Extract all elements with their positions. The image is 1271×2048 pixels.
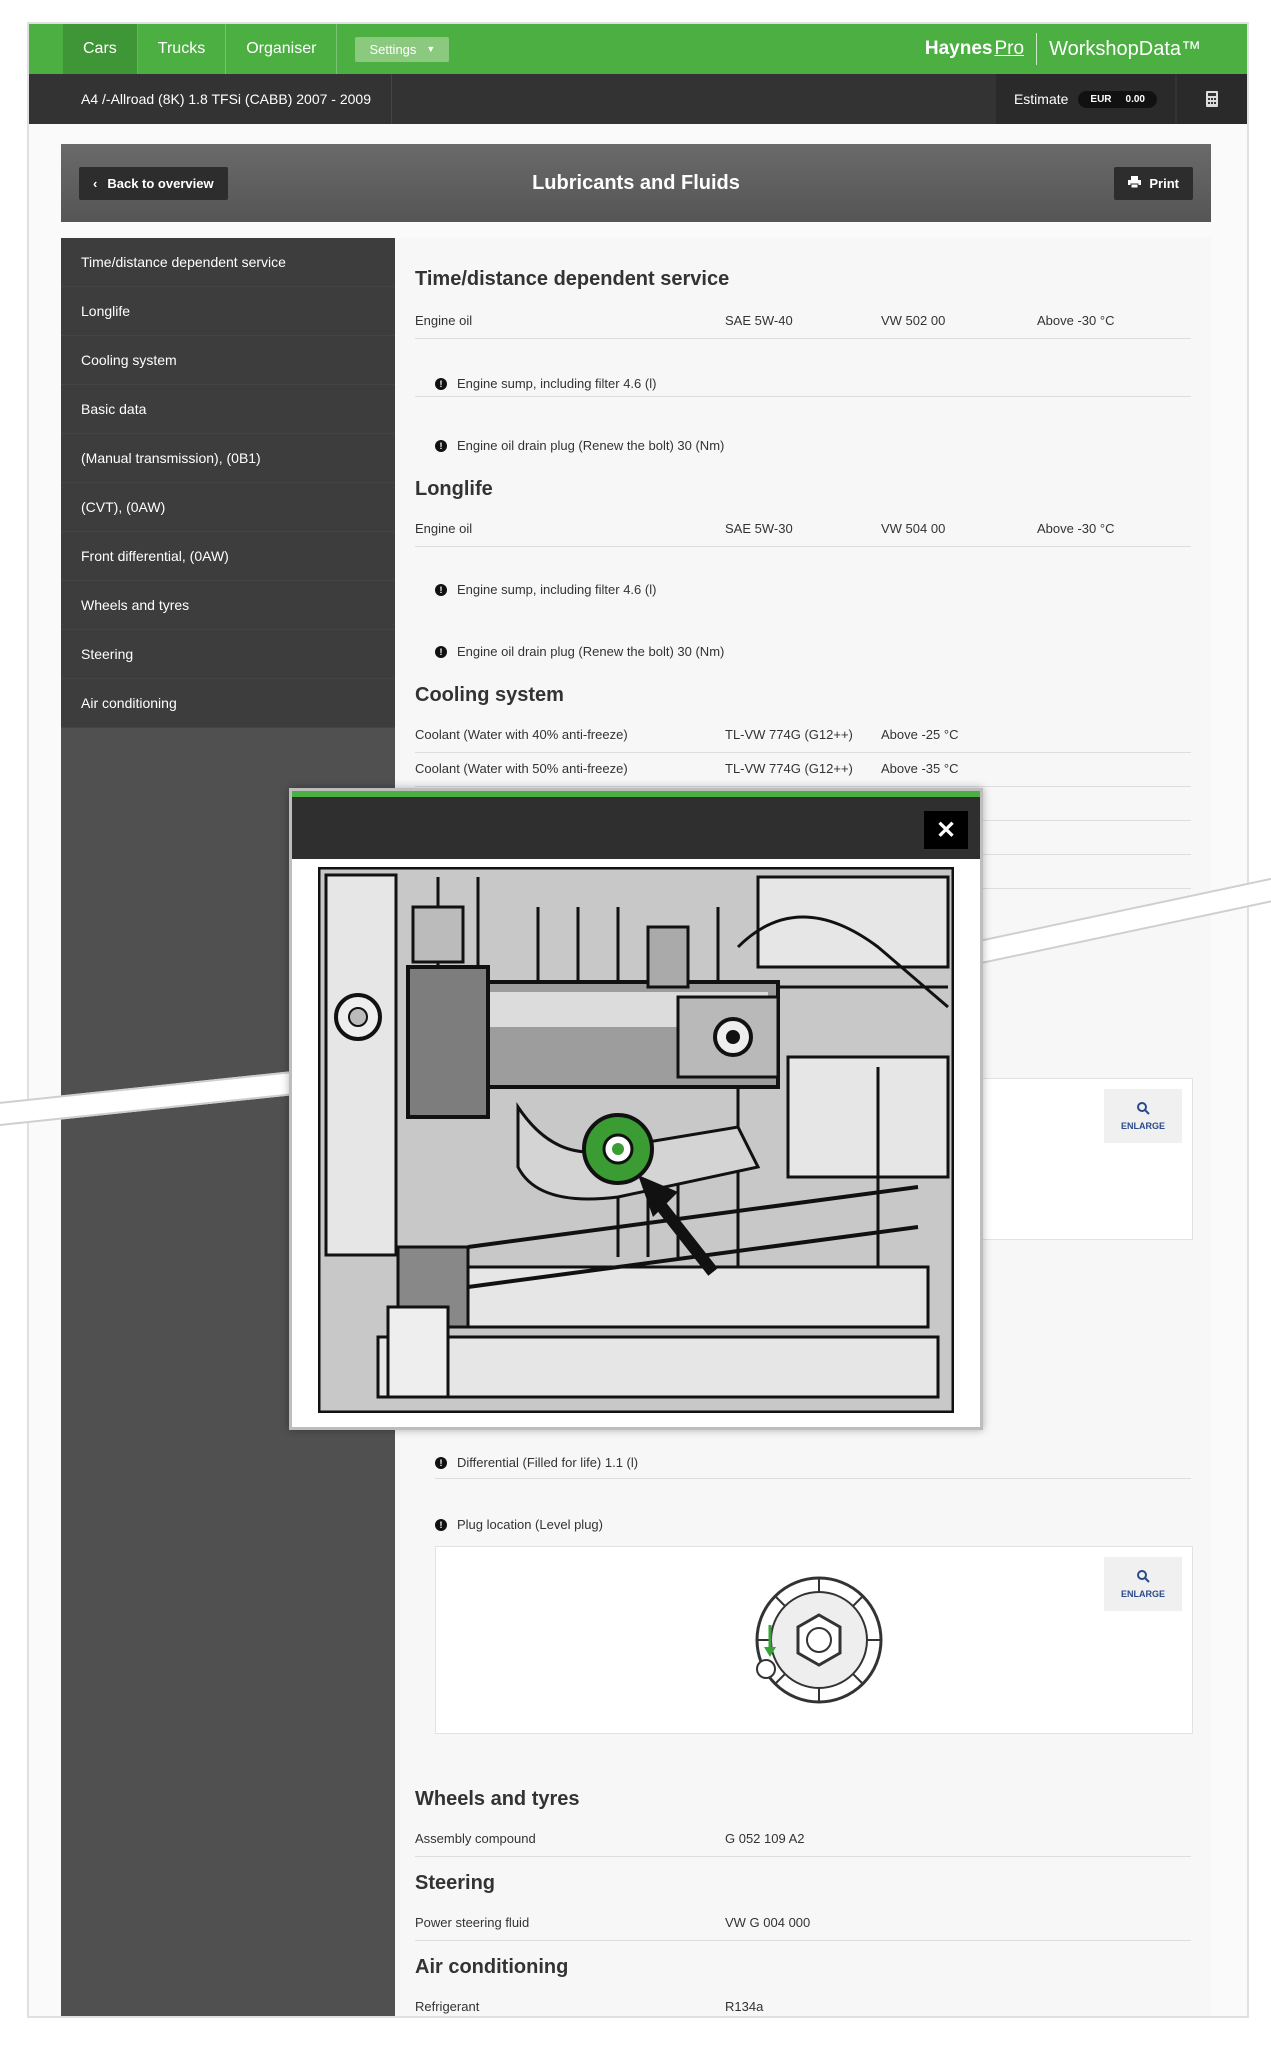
magnifier-icon xyxy=(1136,1569,1150,1585)
caret-down-icon: ▼ xyxy=(426,44,436,54)
fluid-spec: G 052 109 A2 xyxy=(725,1831,805,1846)
table-row: Coolant (Water with 40% anti-freeze) TL-… xyxy=(415,718,1191,753)
info-note: ! Plug location (Level plug) xyxy=(435,1517,603,1532)
page-title: Lubricants and Fluids xyxy=(532,171,740,194)
print-label: Print xyxy=(1149,175,1179,191)
info-icon: ! xyxy=(435,645,447,658)
engine-drain-plug-diagram xyxy=(318,867,954,1413)
fluid-name: Engine oil xyxy=(415,521,473,536)
table-row: Refrigerant R134a xyxy=(415,1990,1191,2016)
brand-logo: Haynes Pro WorkshopData™ xyxy=(925,33,1201,65)
fluid-name: Coolant (Water with 40% anti-freeze) xyxy=(415,727,628,742)
info-icon: ! xyxy=(435,439,447,452)
estimate-widget[interactable]: Estimate EUR 0.00 xyxy=(995,74,1175,124)
brand-workshopdata: WorkshopData™ xyxy=(1049,37,1201,60)
tab-cars[interactable]: Cars xyxy=(63,24,138,74)
fluid-temp: Above -25 °C xyxy=(881,727,959,742)
vehicle-bar: A4 /-Allroad (8K) 1.8 TFSi (CABB) 2007 -… xyxy=(29,74,1247,124)
sidebar-item-front-differential[interactable]: Front differential, (0AW) xyxy=(61,532,395,581)
enlarge-button[interactable]: ENLARGE xyxy=(1104,1557,1182,1611)
fluid-name: Engine oil xyxy=(415,313,473,328)
calculator-icon[interactable] xyxy=(1177,74,1247,124)
table-row: Engine oil SAE 5W-30 VW 504 00 Above -30… xyxy=(415,512,1191,547)
main-tabs: Cars Trucks Organiser xyxy=(63,24,338,74)
section-title-cooling: Cooling system xyxy=(415,684,564,706)
magnifier-icon xyxy=(1136,1101,1150,1117)
info-icon: ! xyxy=(435,583,447,596)
fluid-name: Refrigerant xyxy=(415,1999,480,2014)
enlarge-label: ENLARGE xyxy=(1120,1589,1165,1599)
fluid-name: Power steering fluid xyxy=(415,1915,530,1930)
fluid-name: Assembly compound xyxy=(415,1831,536,1846)
back-label: Back to overview xyxy=(107,175,214,191)
image-modal: ✕ xyxy=(289,788,983,1430)
note-text: Plug location (Level plug) xyxy=(457,1517,603,1532)
top-nav-bar: Cars Trucks Organiser Settings ▼ Haynes … xyxy=(29,24,1247,74)
enlarge-button[interactable]: ENLARGE xyxy=(1104,1089,1182,1143)
sidebar-item-basic-data[interactable]: Basic data xyxy=(61,385,395,434)
note-text: Engine sump, including filter 4.6 (l) xyxy=(457,582,657,597)
sidebar-item-longlife[interactable]: Longlife xyxy=(61,287,395,336)
sidebar-item-manual-transmission[interactable]: (Manual transmission), (0B1) xyxy=(61,434,395,483)
diagram-panel: ENLARGE xyxy=(435,1546,1193,1734)
settings-dropdown[interactable]: Settings ▼ xyxy=(355,36,450,62)
section-title-steering: Steering xyxy=(415,1872,496,1894)
fluid-spec: SAE 5W-40 xyxy=(725,313,793,328)
brand-divider xyxy=(1036,33,1038,65)
table-row: Coolant (Water with 50% anti-freeze) TL-… xyxy=(415,752,1191,787)
table-row: Power steering fluid VW G 004 000 xyxy=(415,1906,1191,1941)
enlarge-label: ENLARGE xyxy=(1120,1121,1165,1131)
row-divider xyxy=(415,362,1191,397)
fluid-spec: SAE 5W-30 xyxy=(725,521,793,536)
print-button[interactable]: Print xyxy=(1114,166,1193,200)
fluid-standard: VW 504 00 xyxy=(881,521,946,536)
table-row: Assembly compound G 052 109 A2 xyxy=(415,1822,1191,1857)
back-to-overview-button[interactable]: ‹ Back to overview xyxy=(79,166,228,200)
tab-trucks[interactable]: Trucks xyxy=(138,24,227,74)
chevron-left-icon: ‹ xyxy=(93,175,98,191)
close-button[interactable]: ✕ xyxy=(924,811,968,849)
estimate-amount: EUR 0.00 xyxy=(1078,90,1157,108)
section-title-tds: Time/distance dependent service xyxy=(415,268,730,290)
sidebar-item-cooling[interactable]: Cooling system xyxy=(61,336,395,385)
brand-pro: Pro xyxy=(994,38,1025,59)
modal-header: ✕ xyxy=(292,797,980,859)
vehicle-title[interactable]: A4 /-Allroad (8K) 1.8 TFSi (CABB) 2007 -… xyxy=(81,74,392,124)
estimate-value: 0.00 xyxy=(1125,93,1145,105)
settings-label: Settings xyxy=(369,41,417,57)
info-icon: ! xyxy=(435,1518,447,1531)
estimate-label: Estimate xyxy=(1013,91,1069,107)
info-note: ! Engine sump, including filter 4.6 (l) xyxy=(435,582,656,597)
section-title-wheels: Wheels and tyres xyxy=(415,1788,580,1810)
note-text: Engine oil drain plug (Renew the bolt) 3… xyxy=(457,644,725,659)
differential-diagram[interactable] xyxy=(744,1573,894,1707)
brand-haynes: Haynes xyxy=(924,38,993,59)
fluid-temp: Above -35 °C xyxy=(881,761,959,776)
section-title-longlife: Longlife xyxy=(415,478,493,500)
sidebar-item-steering[interactable]: Steering xyxy=(61,630,395,679)
estimate-currency: EUR xyxy=(1090,93,1112,105)
fluid-temp: Above -30 °C xyxy=(1037,521,1115,536)
fluid-standard: VW 502 00 xyxy=(881,313,946,328)
sidebar-item-air-conditioning[interactable]: Air conditioning xyxy=(61,679,395,728)
info-note: ! Engine oil drain plug (Renew the bolt)… xyxy=(435,438,724,453)
tab-organiser[interactable]: Organiser xyxy=(226,24,338,74)
content-header: ‹ Back to overview Lubricants and Fluids… xyxy=(61,144,1211,222)
note-text: Engine oil drain plug (Renew the bolt) 3… xyxy=(457,438,725,453)
fluid-standard: TL-VW 774G (G12++) xyxy=(725,727,853,742)
fluid-spec: R134a xyxy=(725,1999,764,2014)
fluid-temp: Above -30 °C xyxy=(1037,313,1115,328)
printer-icon xyxy=(1128,175,1142,191)
section-title-aircon: Air conditioning xyxy=(415,1956,569,1978)
info-note: ! Engine oil drain plug (Renew the bolt)… xyxy=(435,644,724,659)
row-divider xyxy=(435,1444,1191,1479)
fluid-name: Coolant (Water with 50% anti-freeze) xyxy=(415,761,628,776)
sidebar-item-time-distance[interactable]: Time/distance dependent service xyxy=(61,238,395,287)
table-row: Engine oil SAE 5W-40 VW 502 00 Above -30… xyxy=(415,304,1191,339)
fluid-spec: VW G 004 000 xyxy=(725,1915,811,1930)
sidebar-item-cvt[interactable]: (CVT), (0AW) xyxy=(61,483,395,532)
sidebar-item-wheels-tyres[interactable]: Wheels and tyres xyxy=(61,581,395,630)
fluid-standard: TL-VW 774G (G12++) xyxy=(725,761,853,776)
